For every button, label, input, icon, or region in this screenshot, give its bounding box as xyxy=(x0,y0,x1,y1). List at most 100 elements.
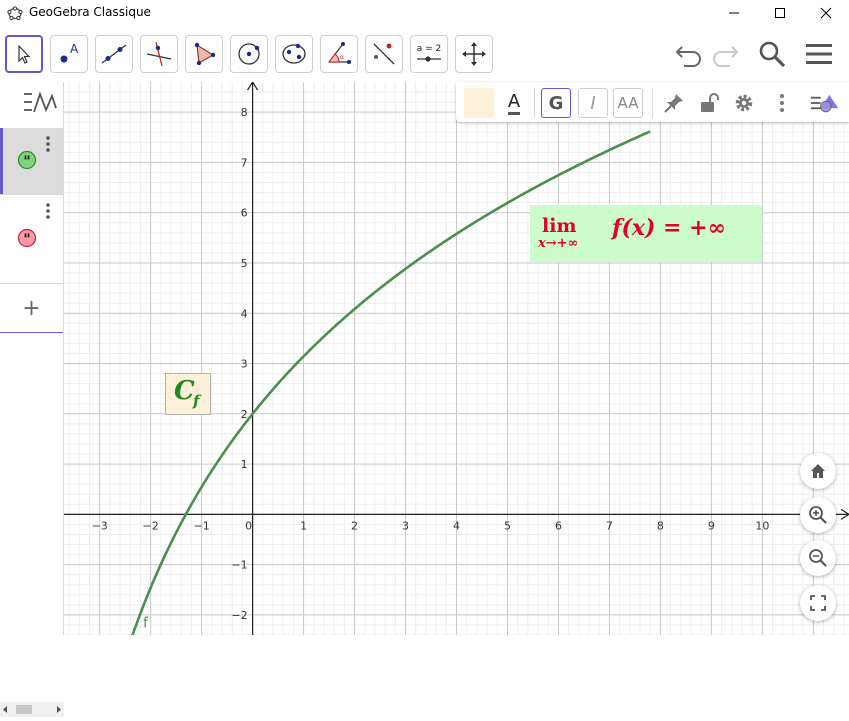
move-graphics-view-tool-button[interactable] xyxy=(455,35,493,73)
minimize-icon xyxy=(729,12,739,14)
zoom-out-icon xyxy=(809,549,827,567)
style-bar-toggle-icon xyxy=(810,95,839,113)
reflect-tool-button[interactable] xyxy=(365,35,403,73)
separator xyxy=(534,88,535,118)
pin-icon xyxy=(664,94,683,113)
svg-text:α: α xyxy=(340,54,344,61)
slider-icon: a = 2 xyxy=(417,44,442,62)
point-tool-button[interactable]: A xyxy=(50,35,88,73)
fullscreen-icon xyxy=(810,595,826,611)
x-tick-label: 1 xyxy=(300,519,307,532)
limit-text-object[interactable]: lim x→+∞ f(x) = +∞ xyxy=(530,205,762,262)
svg-text:": " xyxy=(23,232,30,248)
search-button[interactable] xyxy=(755,38,789,70)
text-size-button[interactable]: AA xyxy=(613,88,643,118)
x-tick-label: 8 xyxy=(657,519,664,532)
scrollbar-arrows-icon xyxy=(3,705,61,714)
bold-button[interactable]: G xyxy=(541,88,571,118)
italic-button[interactable]: I xyxy=(578,88,608,118)
graphics-view[interactable]: −3 −2 −1 0 1 2 3 4 5 6 7 8 9 10 −2 −1 1 2 3 4 5 6 7 8 f xyxy=(64,82,849,635)
undo-button[interactable] xyxy=(672,38,706,70)
x-tick-label: 4 xyxy=(453,519,460,532)
lock-button[interactable] xyxy=(694,88,724,118)
graphics-style-bar: A G I AA xyxy=(456,82,849,122)
algebra-header xyxy=(0,82,64,128)
move-tool-button[interactable] xyxy=(5,35,43,73)
x-tick-label: 0 xyxy=(245,519,252,532)
undo-icon xyxy=(675,46,701,67)
more-options-icon xyxy=(780,94,784,112)
x-tick-label: 9 xyxy=(708,519,715,532)
separator xyxy=(652,88,653,118)
more-options-icon[interactable] xyxy=(44,134,52,154)
curve-label: f xyxy=(143,615,149,631)
ellipse-icon xyxy=(282,43,306,64)
line-tool-button[interactable] xyxy=(95,35,133,73)
graphics-canvas[interactable]: −3 −2 −1 0 1 2 3 4 5 6 7 8 9 10 −2 −1 1 2 3 4 5 6 7 8 f xyxy=(64,82,849,635)
x-tick-label: 5 xyxy=(504,519,511,532)
caption-letter: C xyxy=(174,376,195,406)
limit-subscript-text: x→+∞ xyxy=(538,236,579,251)
pin-button[interactable] xyxy=(659,88,689,118)
y-tick-label: 1 xyxy=(241,458,248,471)
perpendicular-line-tool-button[interactable] xyxy=(140,35,178,73)
x-tick-label: −3 xyxy=(92,519,108,532)
close-icon xyxy=(820,7,832,19)
algebra-item-text1[interactable]: " xyxy=(0,128,63,195)
x-tick-label: 6 xyxy=(555,519,562,532)
y-tick-label: 3 xyxy=(241,358,248,371)
circle-center-point-tool-button[interactable] xyxy=(230,35,268,73)
algebra-view-toggle-icon[interactable] xyxy=(18,90,58,116)
text-color-button[interactable]: A xyxy=(499,88,529,118)
zoom-out-button[interactable] xyxy=(800,540,836,576)
curve-caption-text-object[interactable]: C f xyxy=(165,373,211,415)
y-tick-label: 5 xyxy=(241,257,248,270)
redo-button[interactable] xyxy=(708,38,742,70)
fullscreen-button[interactable] xyxy=(800,585,836,621)
text-color-label: A xyxy=(507,91,521,115)
redo-icon xyxy=(713,46,739,67)
slider-tool-button[interactable]: a = 2 xyxy=(410,35,448,73)
point-icon: A xyxy=(60,42,79,63)
limit-expression-text: f(x) = +∞ xyxy=(612,215,726,241)
polygon-icon xyxy=(194,42,216,66)
more-options-icon[interactable] xyxy=(44,201,52,221)
standard-view-button[interactable] xyxy=(800,453,836,489)
equation-tool-label: a = 2 xyxy=(417,44,442,54)
perpendicular-line-icon xyxy=(146,41,172,67)
svg-text:": " xyxy=(23,154,30,170)
zoom-in-button[interactable] xyxy=(800,497,836,533)
add-input-button[interactable]: + xyxy=(0,284,63,333)
x-tick-label: 2 xyxy=(351,519,358,532)
toggle-style-bar-button[interactable] xyxy=(810,88,840,118)
conic-tool-button[interactable] xyxy=(275,35,313,73)
quote-red-icon[interactable]: " xyxy=(17,228,37,248)
style-bar-more-button[interactable] xyxy=(767,88,797,118)
maximize-button[interactable] xyxy=(757,0,803,26)
geogebra-logo-icon xyxy=(7,6,23,21)
background-color-button[interactable] xyxy=(464,88,494,118)
algebra-horizontal-scrollbar[interactable] xyxy=(0,702,64,717)
y-tick-label: 6 xyxy=(241,207,248,220)
svg-text:A: A xyxy=(70,42,79,56)
y-tick-label: −2 xyxy=(231,609,247,622)
minimize-button[interactable] xyxy=(711,0,757,26)
caption-subscript: f xyxy=(193,392,200,410)
close-button[interactable] xyxy=(803,0,849,26)
angle-tool-button[interactable]: α xyxy=(320,35,358,73)
y-tick-label: 2 xyxy=(241,408,248,421)
object-properties-button[interactable] xyxy=(729,88,759,118)
polygon-tool-button[interactable] xyxy=(185,35,223,73)
title-bar: GeoGebra Classique xyxy=(0,0,849,26)
algebra-item-text2[interactable]: " xyxy=(0,195,63,284)
main-menu-button[interactable] xyxy=(802,38,836,70)
y-tick-label: 7 xyxy=(241,156,248,169)
algebra-view: " " + xyxy=(0,82,64,717)
x-tick-label: 3 xyxy=(402,519,409,532)
main-toolbar: A α a = 2 xyxy=(0,26,849,82)
angle-icon: α xyxy=(328,42,351,64)
maximize-icon xyxy=(775,8,785,18)
quote-green-icon[interactable]: " xyxy=(17,150,37,170)
x-tick-label: 7 xyxy=(606,519,613,532)
unlock-icon xyxy=(701,93,719,112)
